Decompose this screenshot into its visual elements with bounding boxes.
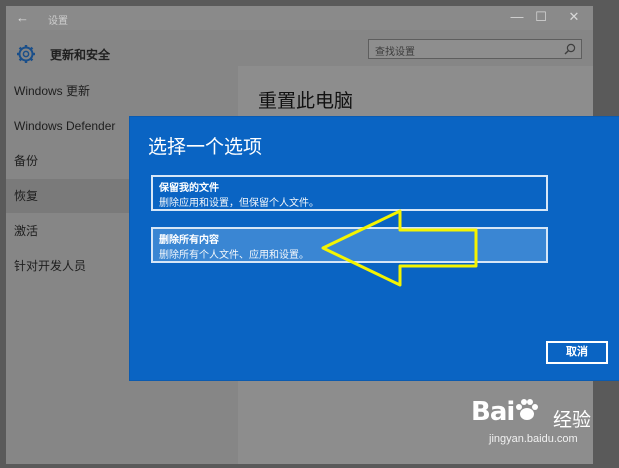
option-title: 删除所有内容 (159, 235, 219, 246)
baidu-watermark: Bai 经验 jingyan.baidu.com (465, 395, 615, 465)
option-keep-my-files[interactable]: 保留我的文件 删除应用和设置，但保留个人文件。 (151, 175, 548, 211)
sidebar-item-windows-update[interactable]: Windows 更新 (6, 74, 238, 108)
minimize-button[interactable]: — (504, 9, 530, 24)
gear-icon (17, 45, 35, 63)
watermark-text: 经验 (553, 410, 592, 431)
search-icon[interactable] (563, 42, 577, 56)
window-title: 设置 (48, 16, 68, 27)
sidebar-header: 更新和安全 (16, 44, 110, 64)
sidebar-brand-label: 更新和安全 (50, 47, 111, 62)
back-arrow-icon[interactable]: ← (16, 10, 29, 25)
search-input[interactable]: 查找设置 (368, 39, 582, 59)
option-description: 删除应用和设置，但保留个人文件。 (159, 198, 319, 209)
page-title: 重置此电脑 (258, 91, 354, 112)
title-bar: ← 设置 — ☐ ✕ (6, 6, 593, 30)
baidu-logo: Bai (471, 397, 540, 427)
search-placeholder: 查找设置 (375, 47, 415, 58)
option-description: 删除所有个人文件、应用和设置。 (159, 250, 309, 261)
close-button[interactable]: ✕ (561, 9, 587, 25)
option-title: 保留我的文件 (159, 183, 219, 194)
paw-icon (516, 399, 539, 420)
watermark-url: jingyan.baidu.com (489, 433, 578, 445)
cancel-button[interactable]: 取消 (546, 341, 608, 364)
option-remove-everything[interactable]: 删除所有内容 删除所有个人文件、应用和设置。 (151, 227, 548, 263)
reset-options-dialog: 选择一个选项 保留我的文件 删除应用和设置，但保留个人文件。 删除所有内容 删除… (130, 117, 619, 380)
dialog-title: 选择一个选项 (148, 137, 263, 158)
maximize-button[interactable]: ☐ (528, 9, 554, 25)
